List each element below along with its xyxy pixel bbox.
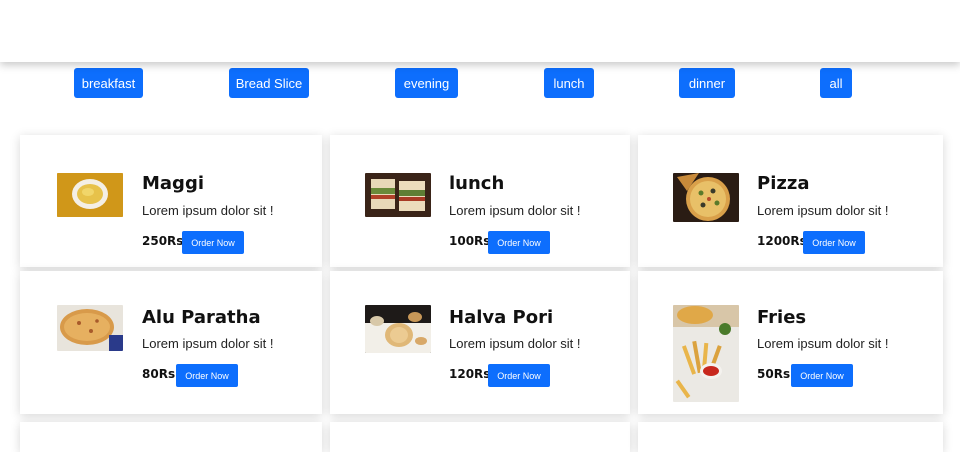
item-description: Lorem ipsum dolor sit ! <box>449 203 581 218</box>
fries-image <box>673 305 739 402</box>
item-description: Lorem ipsum dolor sit ! <box>142 336 274 351</box>
order-now-button[interactable]: Order Now <box>488 364 550 387</box>
menu-card: lunch Lorem ipsum dolor sit ! 100Rs Orde… <box>330 135 630 267</box>
top-navbar <box>0 0 960 62</box>
pizza-image <box>673 173 739 222</box>
item-price: 250Rs <box>142 234 184 248</box>
item-title: Fries <box>757 307 807 328</box>
menu-card: Pizza Lorem ipsum dolor sit ! 1200Rs Ord… <box>638 135 943 267</box>
menu-card: Fries Lorem ipsum dolor sit ! 50Rs Order… <box>638 271 943 414</box>
menu-grid: Maggi Lorem ipsum dolor sit ! 250Rs Orde… <box>0 0 960 452</box>
item-title: Alu Paratha <box>142 307 261 328</box>
item-price: 80Rs <box>142 367 176 381</box>
menu-card: Alu Paratha Lorem ipsum dolor sit ! 80Rs… <box>20 271 322 414</box>
item-description: Lorem ipsum dolor sit ! <box>757 203 889 218</box>
halva-pori-image <box>365 305 431 353</box>
order-now-button[interactable]: Order Now <box>488 231 550 254</box>
item-description: Lorem ipsum dolor sit ! <box>449 336 581 351</box>
order-now-button[interactable]: Order Now <box>182 231 244 254</box>
alu-paratha-image <box>57 305 123 351</box>
menu-card <box>330 422 630 452</box>
menu-card <box>20 422 322 452</box>
item-title: Maggi <box>142 173 204 194</box>
item-price: 100Rs <box>449 234 491 248</box>
menu-card <box>638 422 943 452</box>
item-price: 1200Rs <box>757 234 807 248</box>
maggi-image <box>57 173 123 217</box>
item-price: 50Rs <box>757 367 791 381</box>
order-now-button[interactable]: Order Now <box>791 364 853 387</box>
item-title: lunch <box>449 173 505 194</box>
menu-card: Halva Pori Lorem ipsum dolor sit ! 120Rs… <box>330 271 630 414</box>
item-description: Lorem ipsum dolor sit ! <box>142 203 274 218</box>
item-price: 120Rs <box>449 367 491 381</box>
item-description: Lorem ipsum dolor sit ! <box>757 336 889 351</box>
item-title: Halva Pori <box>449 307 554 328</box>
item-title: Pizza <box>757 173 810 194</box>
order-now-button[interactable]: Order Now <box>803 231 865 254</box>
order-now-button[interactable]: Order Now <box>176 364 238 387</box>
lunch-image <box>365 173 431 217</box>
menu-card: Maggi Lorem ipsum dolor sit ! 250Rs Orde… <box>20 135 322 267</box>
